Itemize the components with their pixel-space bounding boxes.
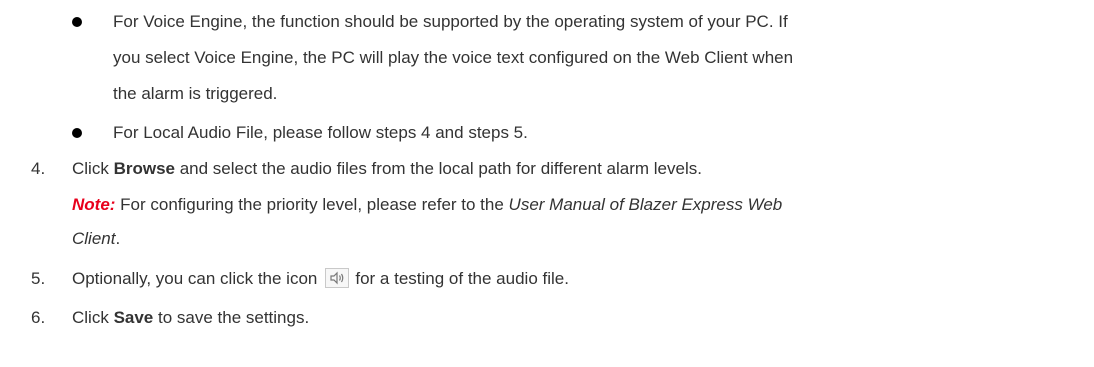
note-period: . [115, 229, 121, 248]
save-label: Save [113, 308, 154, 327]
step-6-text-before: Click [72, 308, 114, 327]
step-number: 5. [31, 269, 46, 288]
note-line: Note: For configuring the priority level… [72, 194, 782, 216]
step-6-text: Click Save to save the settings. [72, 307, 309, 329]
bullet-text-line: For Local Audio File, please follow step… [113, 123, 528, 142]
step-4-text-before: Click [72, 159, 114, 178]
note-text: For configuring the priority level, plea… [115, 195, 509, 214]
bullet-dot [72, 17, 82, 27]
note-label: Note: [72, 195, 116, 214]
manual-title: User Manual of Blazer Express Web [508, 195, 783, 214]
step-5-text-before: Optionally, you can click the icon [72, 269, 318, 288]
bullet-text-line: For Voice Engine, the function should be… [113, 12, 788, 31]
speaker-icon [325, 268, 350, 288]
step-5-text: Optionally, you can click the icon for a … [72, 268, 569, 290]
manual-title-end: Client [72, 229, 116, 248]
step-4-text: Click Browse and select the audio files … [72, 158, 702, 180]
bullet-dot [72, 128, 82, 138]
bullet-text-line: the alarm is triggered. [113, 84, 278, 103]
bullet-text-line: you select Voice Engine, the PC will pla… [113, 48, 794, 67]
step-number: 4. [31, 159, 46, 178]
step-6-text-after: to save the settings. [153, 308, 310, 327]
browse-label: Browse [113, 159, 175, 178]
step-5-text-after: for a testing of the audio file. [355, 269, 569, 288]
note-line-continued: Client. [72, 228, 120, 250]
step-number: 6. [31, 308, 46, 327]
step-4-text-after: and select the audio files from the loca… [174, 159, 702, 178]
